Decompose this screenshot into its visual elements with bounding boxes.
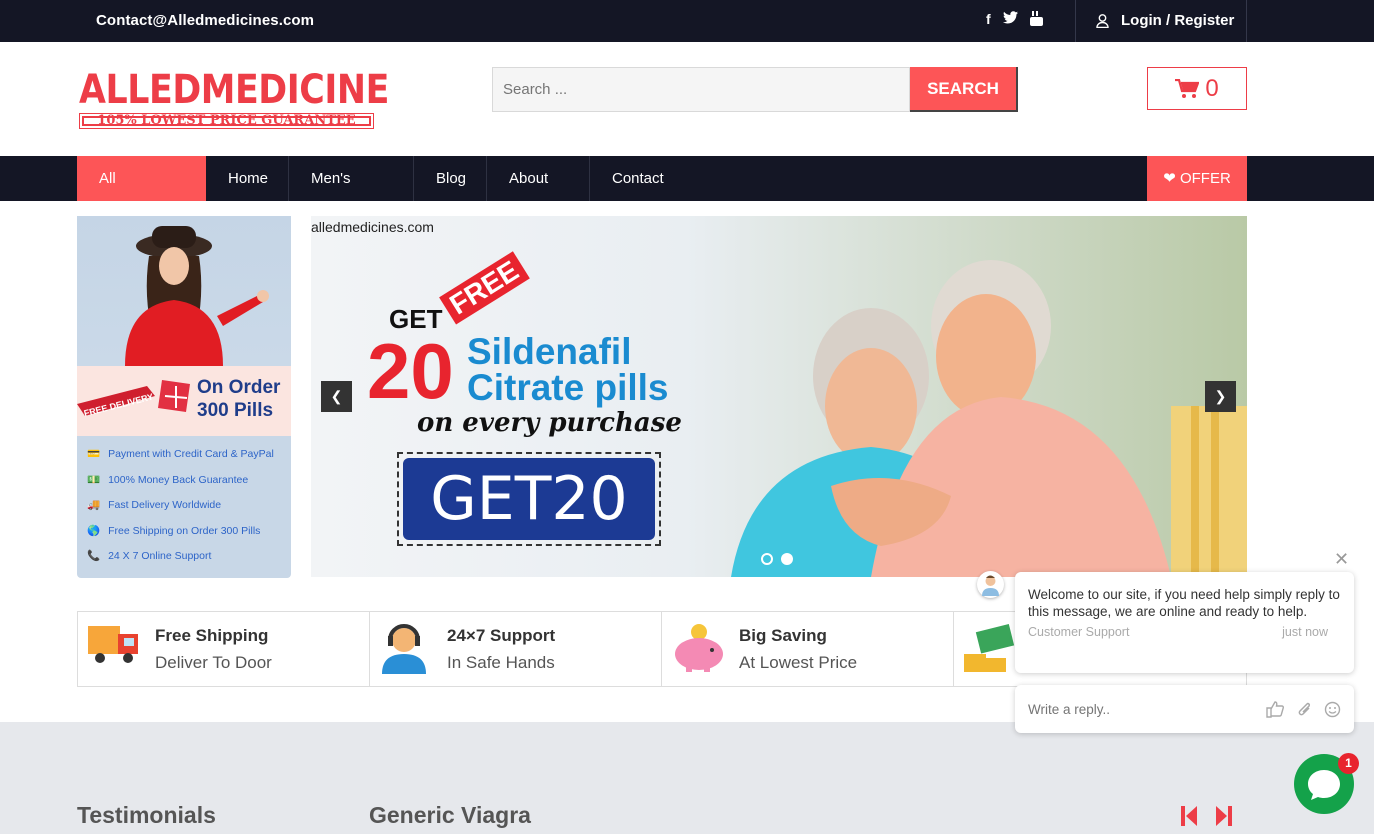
feature-title: Free Shipping <box>155 626 269 645</box>
chevron-left-icon: ❮ <box>330 388 343 404</box>
header: ALLEDMEDICINE 105% LOWEST PRICE GUARANTE… <box>0 42 1374 156</box>
facebook-icon[interactable]: f <box>986 11 991 29</box>
paperclip-icon[interactable] <box>1296 700 1312 718</box>
list-item: 📞 24 X 7 Online Support <box>87 544 291 570</box>
list-item: 🌎 Free Shipping on Order 300 Pills <box>87 519 291 545</box>
chat-sender: Customer Support <box>1028 625 1130 639</box>
login-register-link[interactable]: Login / Register <box>1096 12 1234 29</box>
feature-subtitle: In Safe Hands <box>447 653 555 672</box>
feature-support: 24×7 Support In Safe Hands <box>370 612 662 686</box>
feature-title: 24×7 Support <box>447 626 556 645</box>
contact-email-link[interactable]: Contact@Alledmedicines.com <box>96 12 314 29</box>
user-icon <box>1096 13 1109 28</box>
youtube-icon[interactable] <box>1029 11 1043 29</box>
top-bar: Contact@Alledmedicines.com f Login / Reg… <box>0 0 1374 42</box>
nav-mens-health[interactable]: Men's Health <box>289 156 414 232</box>
skip-back-icon[interactable] <box>1181 806 1197 826</box>
search-form: SEARCH <box>492 67 1018 112</box>
slider-number: 20 <box>367 327 454 415</box>
logo-tagline: 105% LOWEST PRICE GUARANTEE <box>79 113 374 129</box>
chat-message-box: Welcome to our site, if you need help si… <box>1015 572 1354 673</box>
support-agent-icon <box>382 624 426 674</box>
credit-card-icon: 💳 <box>87 448 101 461</box>
slider-dot[interactable] <box>761 553 773 565</box>
chevron-right-icon: ❯ <box>1214 388 1227 404</box>
globe-icon: 🌎 <box>87 524 101 537</box>
slider-dots <box>761 553 793 565</box>
agent-avatar <box>977 571 1004 598</box>
emoji-icon[interactable] <box>1324 701 1341 718</box>
woman-pointing-image <box>77 216 291 366</box>
truck-icon: 🚚 <box>87 499 101 512</box>
search-button[interactable]: SEARCH <box>910 67 1018 112</box>
nav-home[interactable]: Home <box>206 156 289 201</box>
support-icon: 📞 <box>87 550 101 563</box>
social-links: f <box>986 11 1043 29</box>
slider-dot-active[interactable] <box>781 553 793 565</box>
search-input[interactable] <box>492 67 910 112</box>
feature-big-saving: Big Saving At Lowest Price <box>662 612 954 686</box>
list-item: 💳 Payment with Credit Card & PayPal <box>87 442 291 468</box>
truck-icon <box>88 626 138 663</box>
offer-button[interactable]: ❤ OFFER <box>1147 156 1247 201</box>
divider <box>1246 0 1247 42</box>
twitter-icon[interactable] <box>1002 11 1018 29</box>
feature-free-shipping: Free Shipping Deliver To Door <box>78 612 370 686</box>
nav-contact-us[interactable]: Contact Us <box>590 156 707 232</box>
chat-unread-badge: 1 <box>1338 753 1359 774</box>
feature-subtitle: Deliver To Door <box>155 653 272 672</box>
logo-name: ALLEDMEDICINE <box>79 67 389 113</box>
feature-title: Big Saving <box>739 626 827 645</box>
login-label: Login / Register <box>1121 12 1235 29</box>
promo-line2: 300 Pills <box>197 400 274 421</box>
piggy-bank-icon <box>675 624 723 672</box>
chat-time: just now <box>1282 625 1328 639</box>
slider-subline: on every purchase <box>417 408 682 438</box>
money-icon <box>964 623 1015 672</box>
site-logo[interactable]: ALLEDMEDICINE 105% LOWEST PRICE GUARANTE… <box>79 67 389 132</box>
money-icon: 💵 <box>87 473 101 486</box>
nav-all-categories[interactable]: All Categories <box>77 156 206 232</box>
main-nav: All Categories Home Men's Health Blog Ab… <box>0 156 1374 232</box>
feature-subtitle: At Lowest Price <box>739 653 858 672</box>
heart-icon: ❤ <box>1163 170 1176 187</box>
nav-blog[interactable]: Blog <box>414 156 487 201</box>
nav-about-us[interactable]: About Us <box>487 156 590 232</box>
thumbs-up-icon[interactable] <box>1266 700 1284 718</box>
generic-viagra-heading: Generic Viagra <box>369 802 531 828</box>
hero-slider[interactable]: alledmedicines.com GET FREE 20 Sildenafi… <box>311 216 1247 577</box>
testimonials-section: Testimonials Generic Viagra <box>0 722 1374 834</box>
benefit-list: 💳 Payment with Credit Card & PayPal 💵 100%… <box>77 442 291 570</box>
skip-forward-icon[interactable] <box>1216 806 1232 826</box>
slider-site-url: alledmedicines.com <box>311 219 434 235</box>
cart-icon <box>1175 78 1200 98</box>
chat-message: Welcome to our site, if you need help si… <box>1028 587 1340 619</box>
cart-count: 0 <box>1205 74 1219 102</box>
chat-close-icon[interactable]: ✕ <box>1334 549 1349 570</box>
divider <box>1075 0 1076 42</box>
coupon-code: GET20 <box>403 458 655 540</box>
offer-label: OFFER <box>1179 170 1231 187</box>
slider-prev-button[interactable]: ❮ <box>321 381 352 412</box>
chat-reply-bar <box>1015 685 1354 733</box>
list-item: 💵 100% Money Back Guarantee <box>87 468 291 494</box>
promo-line1: On Order <box>197 377 281 398</box>
chat-reply-input[interactable] <box>1028 701 1228 717</box>
slider-next-button[interactable]: ❯ <box>1205 381 1236 412</box>
coupon-box: GET20 <box>397 452 661 546</box>
testimonials-heading: Testimonials <box>77 802 216 828</box>
slider-product: Sildenafil Citrate pills <box>467 331 669 408</box>
free-delivery-banner[interactable]: FREE DELIVERY On Order 300 Pills 💳 Paymen… <box>77 216 291 578</box>
promo-text: On Order 300 Pills <box>197 376 280 422</box>
list-item: 🚚 Fast Delivery Worldwide <box>87 493 291 519</box>
cart-button[interactable]: 0 <box>1147 67 1247 110</box>
promo-strip: FREE DELIVERY On Order 300 Pills <box>77 366 291 436</box>
